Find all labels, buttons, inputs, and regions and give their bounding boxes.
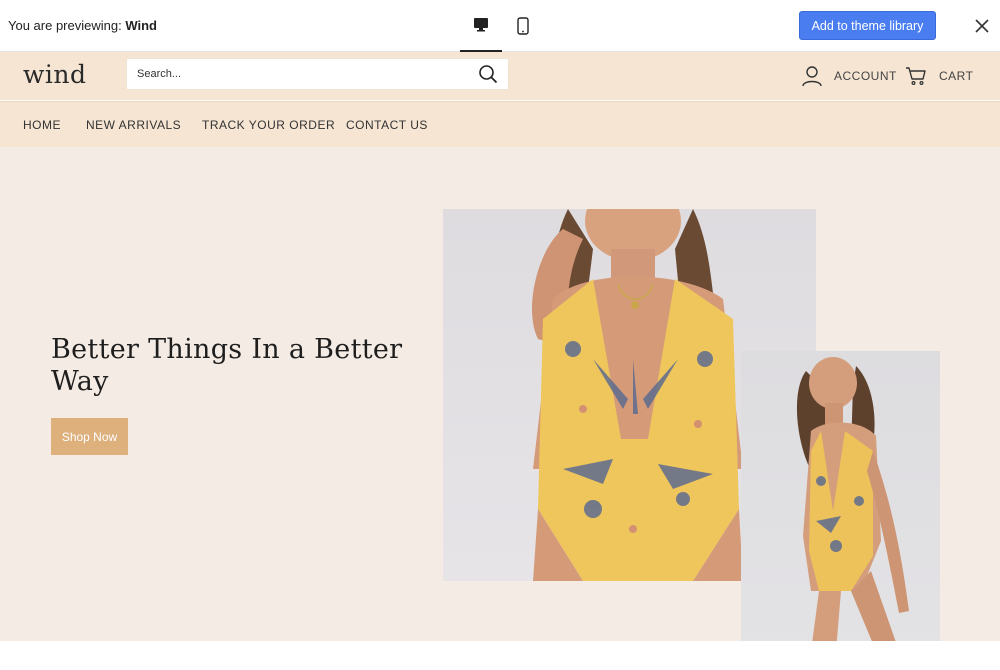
preview-bar: You are previewing: Wind Add to theme li… — [0, 0, 1000, 52]
cart-label: CART — [939, 69, 974, 83]
cart-link[interactable]: CART — [905, 64, 973, 88]
search-input[interactable] — [137, 59, 467, 89]
search-box — [126, 58, 509, 90]
store-logo[interactable]: wind — [23, 60, 87, 89]
search-button[interactable] — [478, 64, 498, 89]
close-preview-button[interactable] — [970, 14, 994, 38]
preview-prefix: You are previewing: — [8, 18, 126, 33]
swimsuit-model-side-photo — [796, 357, 909, 651]
footer-strip — [0, 641, 1000, 670]
hero-title: Better Things In a Better Way — [51, 334, 403, 397]
nav-item-new-arrivals[interactable]: NEW ARRIVALS — [86, 118, 181, 132]
nav-item-home[interactable]: HOME — [23, 118, 61, 132]
account-label: ACCOUNT — [834, 69, 897, 83]
cart-icon — [906, 67, 926, 86]
mobile-view-button[interactable] — [502, 0, 544, 52]
add-to-theme-library-button[interactable]: Add to theme library — [799, 11, 936, 40]
desktop-icon — [474, 18, 488, 32]
nav-item-track-your-order[interactable]: TRACK YOUR ORDER — [202, 118, 335, 132]
main-nav: HOME NEW ARRIVALS TRACK YOUR ORDER CONTA… — [0, 101, 1000, 147]
preview-label: You are previewing: Wind — [8, 18, 157, 33]
user-icon — [802, 66, 822, 87]
search-icon — [479, 65, 498, 84]
shop-now-button[interactable]: Shop Now — [51, 418, 128, 455]
store-header: wind ACCOUNT CART — [0, 52, 1000, 100]
mobile-icon — [517, 17, 529, 35]
preview-theme-name: Wind — [125, 18, 157, 33]
account-link[interactable]: ACCOUNT — [801, 64, 897, 88]
hero-banner: Better Things In a Better Way Shop Now — [0, 147, 1000, 651]
nav-item-contact-us[interactable]: CONTACT US — [346, 118, 428, 132]
desktop-view-button[interactable] — [460, 0, 502, 52]
close-icon — [975, 19, 989, 33]
hero-image-secondary[interactable] — [741, 351, 940, 651]
